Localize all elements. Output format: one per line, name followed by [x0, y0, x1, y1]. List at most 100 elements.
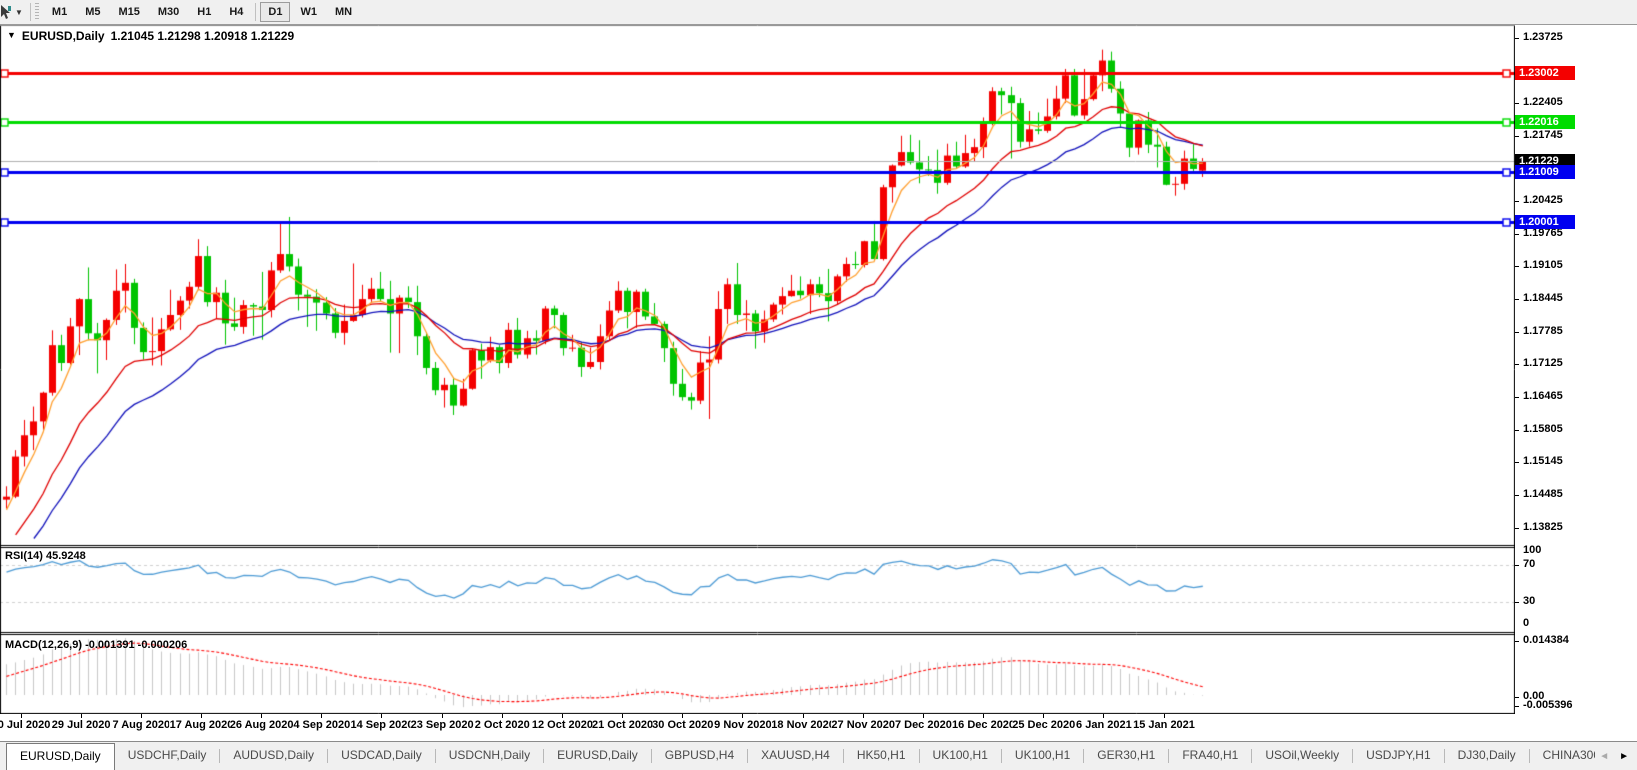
price-tick-label: 1.16465	[1523, 390, 1563, 402]
toolbar-grip[interactable]	[35, 3, 39, 21]
chart-tab-usdchf-daily[interactable]: USDCHF,Daily	[115, 742, 220, 770]
price-tick-mark	[1515, 299, 1519, 300]
price-tick-mark	[1515, 38, 1519, 39]
chart-tab-bar: EURUSD,DailyUSDCHF,DailyAUDUSD,DailyUSDC…	[0, 741, 1637, 770]
date-tick-mark	[502, 714, 503, 718]
tab-scroll-arrows: ◄ ►	[1595, 743, 1637, 770]
chart-tab-usdcnh-daily[interactable]: USDCNH,Daily	[436, 742, 543, 770]
chart-tab-usdcad-daily[interactable]: USDCAD,Daily	[328, 742, 435, 770]
price-chart-canvas[interactable]	[0, 25, 1515, 716]
date-tick-mark	[21, 714, 22, 718]
date-axis-label: 16 Dec 2020	[952, 719, 1015, 731]
rsi-axis-label: 100	[1523, 544, 1541, 556]
chart-title: ▼ EURUSD,Daily 1.21045 1.21298 1.20918 1…	[7, 29, 294, 43]
collapse-triangle-icon[interactable]: ▼	[7, 30, 16, 40]
chart-tab-eurusd-daily[interactable]: EURUSD,Daily	[6, 743, 115, 770]
chart-tab-usoil-weekly[interactable]: USOil,Weekly	[1252, 742, 1352, 770]
timeframe-button-H1[interactable]: H1	[189, 2, 219, 22]
date-tick-mark	[141, 714, 142, 718]
tab-scroll-right-icon[interactable]: ►	[1619, 752, 1629, 762]
macd-label: MACD(12,26,9) -0.001391 -0.000206	[5, 639, 187, 651]
date-tick-mark	[1043, 714, 1044, 718]
price-tick-mark	[1515, 528, 1519, 529]
rsi-label: RSI(14) 45.9248	[5, 550, 86, 562]
date-axis-label: 20 Jul 2020	[0, 719, 50, 731]
date-tick-mark	[622, 714, 623, 718]
date-axis-label: 7 Aug 2020	[112, 719, 170, 731]
timeframe-button-H4[interactable]: H4	[221, 2, 251, 22]
date-axis-label: 25 Dec 2020	[1012, 719, 1075, 731]
price-tick-label: 1.20425	[1523, 194, 1563, 206]
chart-tab-usdjpy-h1[interactable]: USDJPY,H1	[1353, 742, 1443, 770]
chart-tab-fra40-h1[interactable]: FRA40,H1	[1169, 742, 1251, 770]
timeframe-button-M30[interactable]: M30	[150, 2, 187, 22]
timeframe-button-MN[interactable]: MN	[327, 2, 360, 22]
date-axis-label: 2 Oct 2020	[475, 719, 530, 731]
timeframe-button-D1[interactable]: D1	[260, 2, 290, 22]
macd-tick-mark	[1515, 706, 1519, 707]
chart-symbol-period: EURUSD,Daily	[22, 29, 105, 43]
chart-tab-uk100-h1[interactable]: UK100,H1	[920, 742, 1001, 770]
date-axis-label: 27 Nov 2020	[831, 719, 895, 731]
date-tick-mark	[803, 714, 804, 718]
timeframe-button-M15[interactable]: M15	[110, 2, 147, 22]
date-tick-mark	[1103, 714, 1104, 718]
price-tick-mark	[1515, 103, 1519, 104]
date-tick-mark	[321, 714, 322, 718]
date-tick-mark	[201, 714, 202, 718]
macd-tick-mark	[1515, 641, 1519, 642]
price-tick-label: 1.19105	[1523, 259, 1563, 271]
tab-scroll-left-icon[interactable]: ◄	[1599, 752, 1609, 762]
date-axis-label: 9 Nov 2020	[714, 719, 771, 731]
price-tick-label: 1.17785	[1523, 325, 1563, 337]
chart-tab-ger30-h1[interactable]: GER30,H1	[1084, 742, 1168, 770]
date-axis-label: 6 Jan 2021	[1076, 719, 1132, 731]
chart-tab-eurusd-daily[interactable]: EURUSD,Daily	[544, 742, 651, 770]
chart-tab-audusd-daily[interactable]: AUDUSD,Daily	[220, 742, 327, 770]
date-axis-label: 12 Oct 2020	[532, 719, 593, 731]
date-tick-mark	[983, 714, 984, 718]
date-tick-mark	[442, 714, 443, 718]
chart-tab-dj30-daily[interactable]: DJ30,Daily	[1445, 742, 1529, 770]
date-tick-mark	[261, 714, 262, 718]
macd-axis-label: 0.014384	[1523, 634, 1569, 646]
chart-tab-uk100-h1[interactable]: UK100,H1	[1002, 742, 1083, 770]
rsi-axis-label: 70	[1523, 558, 1535, 570]
date-tick-mark	[742, 714, 743, 718]
chart-ohlc-values: 1.21045 1.21298 1.20918 1.21229	[111, 29, 295, 43]
timeframe-button-W1[interactable]: W1	[292, 2, 325, 22]
price-tick-label: 1.17125	[1523, 357, 1563, 369]
chevron-down-icon[interactable]: ▼	[15, 8, 23, 17]
price-tick-mark	[1515, 266, 1519, 267]
date-axis-label: 18 Nov 2020	[771, 719, 835, 731]
price-tick-mark	[1515, 364, 1519, 365]
price-tick-label: 1.21745	[1523, 129, 1563, 141]
price-level-badge: 1.23002	[1515, 66, 1575, 80]
price-tick-label: 1.14485	[1523, 488, 1563, 500]
date-tick-mark	[381, 714, 382, 718]
date-tick-mark	[81, 714, 82, 718]
date-axis-label: 30 Oct 2020	[652, 719, 713, 731]
price-tick-label: 1.13825	[1523, 521, 1563, 533]
chart-cursor-icon[interactable]	[0, 4, 13, 20]
timeframe-toolbar: ▼ M1M5M15M30H1H4 D1W1MN	[0, 0, 1637, 25]
price-level-badge: 1.21009	[1515, 165, 1575, 179]
timeframe-button-M1[interactable]: M1	[44, 2, 75, 22]
date-axis-label: 21 Oct 2020	[592, 719, 653, 731]
chart-tab-hk50-h1[interactable]: HK50,H1	[844, 742, 919, 770]
price-axis[interactable]: 1.237251.224051.217451.204251.197651.191…	[1515, 25, 1637, 716]
macd-tick-mark	[1515, 697, 1519, 698]
date-axis-label: 14 Sep 2020	[350, 719, 413, 731]
date-tick-mark	[923, 714, 924, 718]
rsi-axis-label: 0	[1523, 617, 1529, 629]
chart-tab-xauusd-h4[interactable]: XAUUSD,H4	[748, 742, 843, 770]
date-tick-mark	[1164, 714, 1165, 718]
price-tick-label: 1.15805	[1523, 423, 1563, 435]
macd-axis-label: -0.005396	[1523, 699, 1573, 711]
date-axis-label: 29 Jul 2020	[52, 719, 111, 731]
chart-tab-gbpusd-h4[interactable]: GBPUSD,H4	[652, 742, 747, 770]
price-tick-label: 1.23725	[1523, 31, 1563, 43]
price-tick-label: 1.22405	[1523, 96, 1563, 108]
date-axis[interactable]: 20 Jul 202029 Jul 20207 Aug 202017 Aug 2…	[0, 714, 1637, 741]
timeframe-button-M5[interactable]: M5	[77, 2, 108, 22]
